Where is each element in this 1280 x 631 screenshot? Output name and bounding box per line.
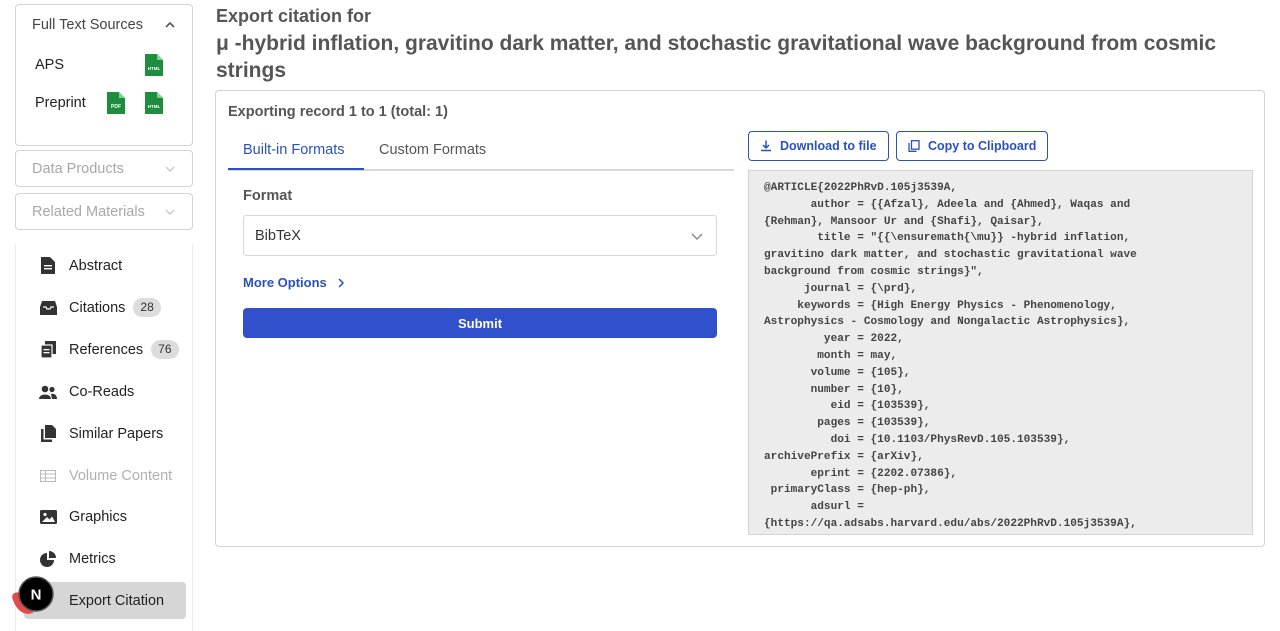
export-for-heading: Export citation for <box>216 6 372 26</box>
citation-line: author = {{Afzal}, Adeela and {Ahmed}, W… <box>764 198 1131 211</box>
nav-item-label: Citations <box>69 299 126 316</box>
data-products-title: Data Products <box>32 160 124 177</box>
references-count-badge: 76 <box>151 340 179 359</box>
download-to-file-button[interactable]: Download to file <box>748 131 889 161</box>
related-materials-header: Related Materials <box>16 194 192 229</box>
nav-item-citations[interactable]: Citations 28 <box>24 289 186 326</box>
citation-line: {https://qa.adsabs.harvard.edu/abs/2022P… <box>764 517 1137 530</box>
more-options-link[interactable]: More Options <box>243 275 345 290</box>
related-materials-title: Related Materials <box>32 203 145 220</box>
svg-text:HTML: HTML <box>148 104 161 109</box>
nav-item-label: Volume Content <box>69 467 173 484</box>
citation-line: gravitino dark matter, and stochastic gr… <box>764 249 1137 262</box>
source-label: APS <box>35 57 65 73</box>
format-select-value: BibTeX <box>255 227 301 244</box>
svg-text:PDF: PDF <box>111 104 121 110</box>
nav-item-label: References <box>69 341 144 358</box>
copy-to-clipboard-button[interactable]: Copy to Clipboard <box>896 131 1049 161</box>
citation-line: background from cosmic strings}", <box>764 265 984 278</box>
citation-line: journal = {\prd}, <box>764 282 918 295</box>
nav-item-references[interactable]: References 76 <box>24 331 186 368</box>
citation-line: eid = {103539}, <box>764 400 931 413</box>
citation-line: eprint = {2202.07386}, <box>764 467 958 480</box>
nav-item-label: Abstract <box>69 257 123 274</box>
submit-button[interactable]: Submit <box>243 308 717 338</box>
data-products-panel[interactable]: Data Products <box>15 150 193 187</box>
nav-item-label: Export Citation <box>69 592 165 609</box>
files-icon <box>39 425 57 443</box>
citation-line: Astrophysics - Cosmology and Nongalactic… <box>764 316 1131 329</box>
source-label: Preprint <box>35 95 86 111</box>
svg-text:N: N <box>31 587 42 604</box>
citation-line: archivePrefix = {arXiv}, <box>764 450 924 463</box>
nextjs-logo-icon[interactable]: N <box>10 574 58 618</box>
citation-line: number = {10}, <box>764 383 904 396</box>
full-text-sources-header[interactable]: Full Text Sources <box>16 5 192 45</box>
export-card: Exporting record 1 to 1 (total: 1) Built… <box>215 90 1265 547</box>
chevron-right-icon <box>338 277 344 288</box>
nav-item-graphics[interactable]: Graphics <box>24 498 186 535</box>
source-row-aps: APS HTML <box>16 46 192 84</box>
full-text-sources-panel: Full Text Sources APS HTML Preprint PDF … <box>15 4 193 146</box>
citation-line: doi = {10.1103/PhysRevD.105.103539}, <box>764 433 1071 446</box>
citation-line: adsurl = <box>764 501 864 514</box>
pie-chart-icon <box>39 550 57 568</box>
tab-custom-formats[interactable]: Custom Formats <box>379 142 486 158</box>
pdf-file-icon[interactable]: PDF <box>107 92 125 114</box>
nav-item-volume-content: Volume Content <box>24 457 186 494</box>
chevron-down-icon <box>691 233 703 240</box>
source-row-preprint: Preprint PDF HTML <box>16 84 192 122</box>
citation-line: keywords = {High Energy Physics - Phenom… <box>764 299 1117 312</box>
nav-item-label: Metrics <box>69 550 116 567</box>
citation-line: {Rehman}, Mansoor Ur and {Shafi}, Qaisar… <box>764 215 1044 228</box>
nav-item-label: Graphics <box>69 508 128 525</box>
inbox-icon <box>39 299 57 317</box>
download-label: Download to file <box>780 139 877 153</box>
more-options-label: More Options <box>243 275 327 290</box>
html-file-icon[interactable]: HTML <box>145 92 163 114</box>
chevron-down-icon <box>165 209 175 215</box>
format-select[interactable]: BibTeX <box>243 215 717 256</box>
citation-line: pages = {103539}, <box>764 417 931 430</box>
svg-text:HTML: HTML <box>148 66 161 71</box>
users-icon <box>39 383 57 401</box>
citation-output[interactable]: @ARTICLE{2022PhRvD.105j3539A, author = {… <box>748 170 1253 535</box>
citation-line: year = 2022, <box>764 333 904 346</box>
nav-item-label: Co-Reads <box>69 383 135 400</box>
document-icon <box>39 257 57 275</box>
nav-item-metrics[interactable]: Metrics <box>24 540 186 577</box>
data-products-header: Data Products <box>16 151 192 186</box>
copy-label: Copy to Clipboard <box>928 139 1037 153</box>
nav-item-label: Similar Papers <box>69 425 164 442</box>
image-icon <box>39 508 57 526</box>
active-tab-indicator <box>228 168 364 170</box>
citation-line: volume = {105}, <box>764 366 911 379</box>
abstract-nav: Abstract Citations 28 References 76 Co-R… <box>15 244 193 631</box>
exporting-status: Exporting record 1 to 1 (total: 1) <box>228 104 448 120</box>
copy-icon <box>908 140 920 152</box>
format-tabs: Built-in Formats Custom Formats <box>228 131 734 171</box>
citation-line: primaryClass = {hep-ph}, <box>764 484 931 497</box>
citation-line: @ARTICLE{2022PhRvD.105j3539A, <box>764 182 958 194</box>
tab-built-in-formats[interactable]: Built-in Formats <box>243 142 345 158</box>
page-title: μ -hybrid inflation, gravitino dark matt… <box>216 32 1217 82</box>
download-icon <box>761 140 771 152</box>
citations-count-badge: 28 <box>133 298 161 317</box>
related-materials-panel[interactable]: Related Materials <box>15 193 193 230</box>
format-label: Format <box>243 188 293 204</box>
full-text-sources-title: Full Text Sources <box>32 17 143 33</box>
html-file-icon[interactable]: HTML <box>145 54 163 76</box>
table-icon <box>39 467 57 485</box>
copy-icon <box>39 341 57 359</box>
nav-item-co-reads[interactable]: Co-Reads <box>24 373 186 410</box>
chevron-up-icon <box>165 21 175 28</box>
citation-line: month = may, <box>764 349 898 362</box>
chevron-down-icon <box>165 166 175 172</box>
nav-item-similar-papers[interactable]: Similar Papers <box>24 415 186 452</box>
nav-item-abstract[interactable]: Abstract <box>24 247 186 284</box>
citation-line: title = "{{\ensuremath{\mu}} -hybrid inf… <box>764 232 1131 245</box>
